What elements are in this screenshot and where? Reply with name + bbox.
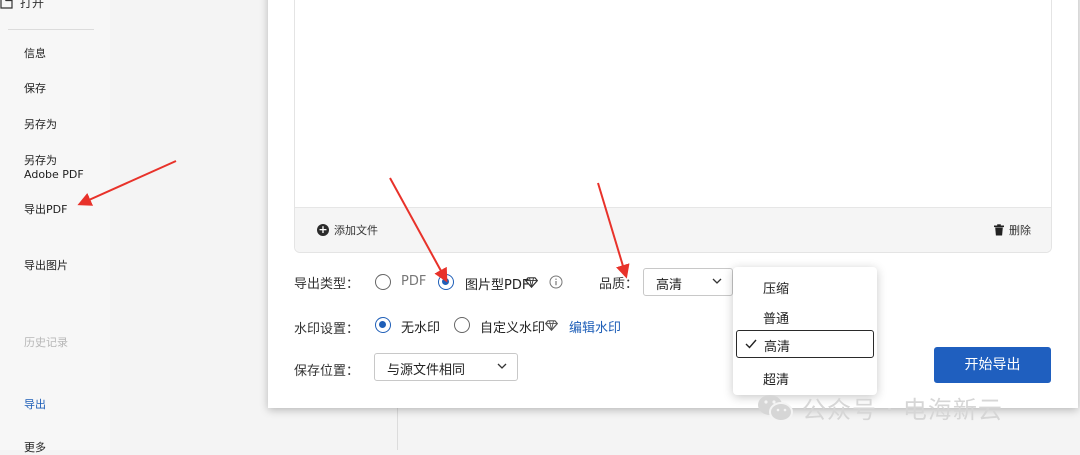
plus-circle-icon: + — [317, 223, 329, 236]
wechat-icon — [758, 394, 793, 422]
delete-label: 删除 — [1009, 224, 1031, 237]
export-type-label: 导出类型： — [294, 277, 360, 292]
no-watermark-label: 无水印 — [401, 321, 441, 336]
quality-dropdown-menu: 压缩 普通 高清 超清 — [733, 267, 877, 395]
quality-option-compress[interactable]: 压缩 — [733, 271, 877, 301]
chevron-down-icon — [712, 278, 722, 284]
sidebar-item-save-as-adobe-pdf-line1: 另存为 — [24, 154, 57, 167]
save-location-label: 保存位置： — [294, 364, 360, 379]
add-file-button[interactable]: + 添加文件 — [317, 222, 378, 238]
quality-label: 品质： — [599, 277, 639, 292]
sidebar: 打开 信息 保存 另存为 另存为 Adobe PDF 导出PDF 导出图片 历史… — [0, 0, 111, 454]
export-type-image-pdf-radio[interactable] — [438, 274, 454, 290]
quality-select-value: 高清 — [656, 278, 683, 293]
file-list-panel: + 添加文件 删除 — [294, 0, 1052, 253]
sidebar-item-open[interactable]: 打开 — [0, 0, 44, 11]
diamond-vip-icon — [525, 277, 538, 288]
save-location-select[interactable]: 与源文件相同 — [374, 353, 518, 381]
sidebar-item-more[interactable]: 更多 — [24, 441, 46, 455]
quality-option-uhd[interactable]: 超清 — [733, 362, 877, 392]
save-location-select-value: 与源文件相同 — [387, 363, 466, 378]
sidebar-item-info[interactable]: 信息 — [24, 47, 46, 61]
export-type-image-pdf-label: 图片型PDF — [465, 278, 530, 293]
chevron-down-icon — [497, 363, 507, 369]
export-dialog: + 添加文件 删除 导出类型： PDF 图片型PDF 品质： 高清 水印设置： … — [268, 0, 1078, 408]
background-divider — [397, 408, 398, 450]
sidebar-item-save-as-adobe-pdf[interactable]: 另存为 Adobe PDF — [24, 154, 84, 182]
quality-option-hd[interactable]: 高清 — [736, 330, 874, 358]
export-type-pdf-radio[interactable] — [375, 274, 391, 290]
quality-option-label: 压缩 — [763, 282, 790, 297]
sidebar-item-export-pdf[interactable]: 导出PDF — [24, 203, 67, 217]
sidebar-item-save-as[interactable]: 另存为 — [24, 118, 57, 132]
file-toolbar: + 添加文件 删除 — [295, 207, 1051, 252]
sidebar-item-export-image[interactable]: 导出图片 — [24, 259, 68, 273]
export-type-pdf-label: PDF — [401, 274, 427, 289]
trash-icon — [994, 224, 1004, 236]
quality-option-label: 高清 — [764, 340, 791, 355]
edit-watermark-link[interactable]: 编辑水印 — [569, 317, 621, 336]
sidebar-divider — [8, 29, 94, 30]
quality-option-normal[interactable]: 普通 — [733, 301, 877, 331]
start-export-button[interactable]: 开始导出 — [934, 347, 1051, 383]
sidebar-item-save[interactable]: 保存 — [24, 82, 46, 96]
sidebar-item-save-as-adobe-pdf-line2: Adobe PDF — [24, 168, 84, 181]
overlay-watermark-text: 公众号 · 电海新云 — [802, 396, 1003, 424]
info-icon[interactable] — [549, 275, 563, 289]
sidebar-item-history: 历史记录 — [24, 336, 68, 349]
delete-button[interactable]: 删除 — [993, 222, 1031, 238]
quality-select[interactable]: 高清 — [643, 268, 733, 296]
overlay-watermark: 公众号 · 电海新云 — [756, 390, 1003, 425]
quality-option-label: 普通 — [763, 312, 790, 327]
custom-watermark-radio[interactable] — [454, 317, 470, 333]
sidebar-item-export[interactable]: 导出 — [24, 398, 46, 412]
diamond-vip-icon — [545, 320, 558, 331]
sidebar-item-open-label: 打开 — [20, 0, 45, 10]
no-watermark-radio[interactable] — [375, 317, 391, 333]
custom-watermark-label: 自定义水印 — [480, 321, 546, 336]
add-file-label: 添加文件 — [334, 224, 378, 237]
watermark-setting-label: 水印设置： — [294, 322, 360, 337]
quality-option-label: 超清 — [763, 373, 790, 388]
checkmark-icon — [745, 339, 757, 349]
open-folder-icon — [0, 0, 13, 9]
